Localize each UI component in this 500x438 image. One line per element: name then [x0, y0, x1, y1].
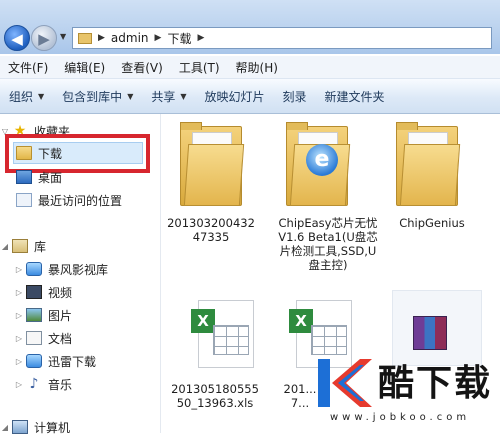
breadcrumb-downloads[interactable]: 下载	[167, 30, 191, 47]
pane-divider[interactable]	[160, 114, 161, 433]
sidebar-item-recent[interactable]: 最近访问的位置	[14, 189, 122, 211]
excel-x-icon: X	[191, 309, 215, 333]
menu-edit[interactable]: 编辑(E)	[56, 59, 113, 76]
pictures-icon	[26, 308, 42, 322]
chevron-down-icon: ▼	[180, 91, 187, 101]
file-name-xls-1[interactable]: 20130518055550_13963.xls	[168, 382, 262, 410]
breadcrumb-arrow-icon[interactable]: ▶	[197, 33, 204, 43]
forward-button[interactable]: ▶	[31, 25, 57, 51]
sidebar-label: 图片	[48, 308, 73, 323]
expand-arrow-icon[interactable]: ▷	[14, 380, 24, 389]
file-name-folder-2[interactable]: ChipEasy芯片无忧 V1.6 Beta1(U盘芯片检测工具,SSD,U盘主…	[278, 216, 378, 272]
sidebar-item-music[interactable]: ▷ ♪ 音乐	[14, 373, 72, 395]
expand-arrow-icon[interactable]: ◢	[0, 423, 10, 432]
sidebar-label: 最近访问的位置	[38, 193, 123, 208]
recent-places-icon	[16, 193, 32, 207]
sidebar-label: 迅雷下载	[48, 354, 97, 369]
expand-arrow-icon[interactable]: ▷	[14, 265, 24, 274]
documents-icon	[26, 331, 42, 345]
winrar-archive-icon[interactable]	[413, 316, 447, 350]
library-icon	[12, 239, 28, 253]
title-bar: ◀ ▶ ▼ ▶ admin ▶ 下载 ▶	[0, 0, 500, 54]
back-button[interactable]: ◀	[4, 25, 30, 51]
baofeng-library-icon	[26, 262, 42, 276]
excel-x-icon: X	[289, 309, 313, 333]
burn-button[interactable]: 刻录	[274, 88, 316, 105]
sidebar-label: 音乐	[48, 377, 73, 392]
watermark-brand: 酷下载	[378, 363, 493, 404]
command-bar: 组织 ▼ 包含到库中 ▼ 共享 ▼ 放映幻灯片 刻录 新建文件夹	[0, 79, 500, 114]
jobkoo-logo-icon	[318, 359, 372, 407]
sidebar-item-videos[interactable]: ▷ 视频	[14, 281, 72, 303]
folder-icon[interactable]: e	[286, 122, 351, 206]
expand-arrow-icon[interactable]: ◢	[0, 242, 10, 251]
expand-arrow-icon[interactable]: ▷	[14, 311, 24, 320]
music-note-icon: ♪	[29, 376, 39, 392]
breadcrumb-arrow-icon[interactable]: ▶	[155, 33, 162, 43]
folder-icon	[78, 32, 92, 44]
expand-arrow-icon[interactable]: ▷	[14, 334, 24, 343]
sidebar-item-pictures[interactable]: ▷ 图片	[14, 304, 72, 326]
organize-button[interactable]: 组织 ▼	[0, 88, 53, 105]
menu-tools[interactable]: 工具(T)	[171, 59, 228, 76]
history-dropdown-icon[interactable]: ▼	[60, 32, 70, 44]
menu-file[interactable]: 文件(F)	[0, 59, 56, 76]
sidebar-item-baofeng[interactable]: ▷ 暴风影视库	[14, 258, 108, 280]
sidebar-label: 桌面	[38, 170, 63, 185]
sidebar-item-desktop[interactable]: 桌面	[14, 166, 62, 188]
folder-icon[interactable]	[180, 122, 245, 206]
excel-file-icon[interactable]: X	[191, 300, 254, 368]
breadcrumb-admin[interactable]: admin	[111, 31, 149, 45]
file-name-folder-1[interactable]: 20130320043247335	[164, 216, 258, 244]
sidebar-label: 暴风影视库	[48, 262, 109, 277]
sidebar-item-libraries[interactable]: ◢ 库	[0, 235, 46, 257]
file-name-xls-2[interactable]: 201...7...	[280, 382, 320, 412]
file-name-folder-3[interactable]: ChipGenius	[382, 216, 482, 230]
expand-arrow-icon[interactable]: ▷	[14, 288, 24, 297]
share-label: 共享	[151, 89, 176, 104]
sidebar-item-xunlei[interactable]: ▷ 迅雷下载	[14, 350, 96, 372]
folder-icon[interactable]	[396, 122, 461, 206]
sidebar-item-documents[interactable]: ▷ 文档	[14, 327, 72, 349]
new-folder-button[interactable]: 新建文件夹	[316, 88, 394, 105]
expand-arrow-icon[interactable]: ▷	[14, 357, 24, 366]
video-icon	[26, 285, 42, 299]
share-button[interactable]: 共享 ▼	[142, 88, 195, 105]
sidebar-label: 库	[34, 239, 47, 254]
sidebar-label: 文档	[48, 331, 73, 346]
sidebar-item-computer[interactable]: ◢ 计算机	[0, 416, 70, 438]
watermark-url: www.jobkoo.com	[330, 412, 471, 423]
include-in-library-label: 包含到库中	[62, 89, 123, 104]
include-in-library-button[interactable]: 包含到库中 ▼	[53, 88, 142, 105]
chevron-down-icon: ▼	[127, 91, 134, 101]
xunlei-download-icon	[26, 354, 42, 368]
sidebar-label: 视频	[48, 285, 73, 300]
slideshow-button[interactable]: 放映幻灯片	[196, 88, 274, 105]
chevron-down-icon: ▼	[38, 91, 45, 101]
desktop-icon	[16, 170, 32, 184]
menu-bar: 文件(F) 编辑(E) 查看(V) 工具(T) 帮助(H)	[0, 56, 500, 79]
menu-help[interactable]: 帮助(H)	[228, 59, 286, 76]
computer-icon	[12, 420, 28, 434]
breadcrumb-arrow-icon[interactable]: ▶	[98, 33, 105, 43]
chipeasy-e-icon: e	[306, 144, 338, 176]
organize-label: 组织	[9, 89, 34, 104]
menu-view[interactable]: 查看(V)	[113, 59, 171, 76]
address-bar[interactable]: ▶ admin ▶ 下载 ▶	[72, 27, 492, 49]
